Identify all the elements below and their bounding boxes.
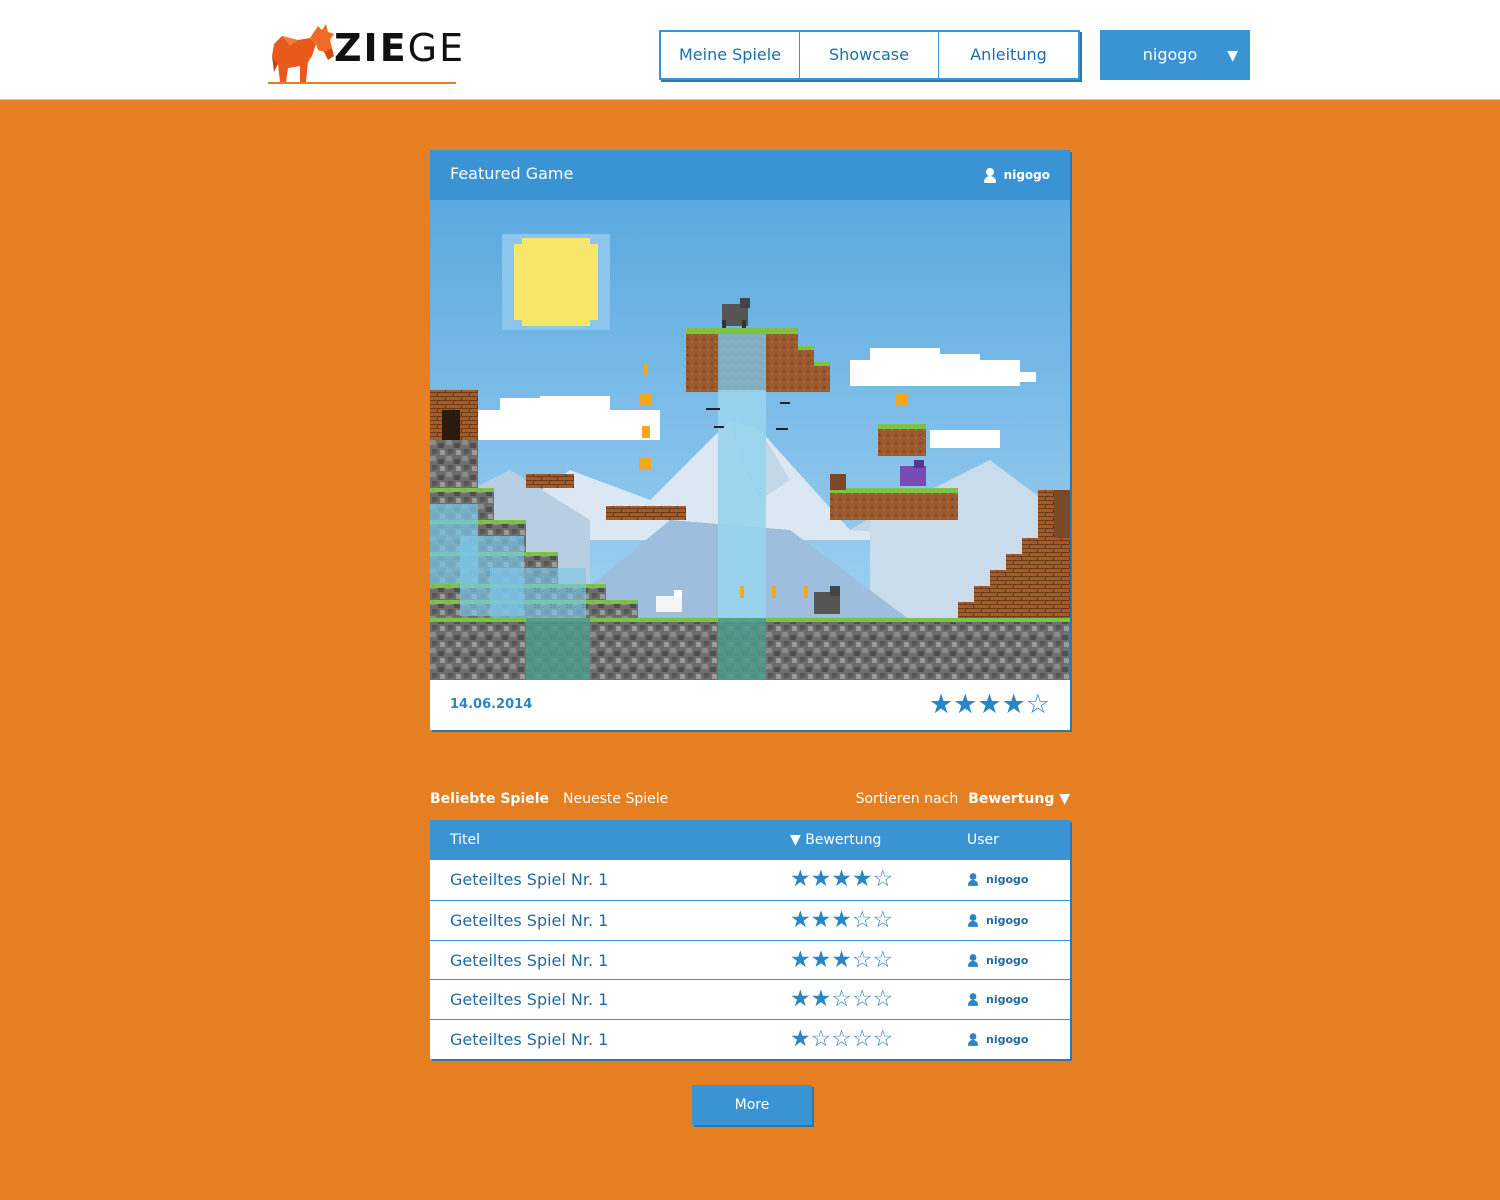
game-scene-image [430,200,1070,680]
logo-wordmark: ZIEGE [334,26,466,70]
featured-card-header: Featured Game nigogo [430,150,1070,200]
nav-meine-spiele[interactable]: Meine Spiele [661,32,800,78]
table-row[interactable]: Geteiltes Spiel Nr. 1 ★★★☆☆ nigogo [430,939,1070,980]
user-icon [967,1033,979,1047]
goat-logo-icon [272,22,334,82]
table-row[interactable]: Geteiltes Spiel Nr. 1 ★★★★☆ nigogo [430,860,1070,900]
game-author-name: nigogo [986,913,1029,927]
featured-game-screenshot[interactable] [430,200,1070,680]
sort-control: Sortieren nach Bewertung ▼ [856,788,1070,810]
nav-anleitung[interactable]: Anleitung [939,32,1078,78]
user-icon [967,953,979,967]
user-icon [967,993,979,1007]
table-header: Titel ▼ Bewertung User [430,820,1070,860]
table-body: Geteiltes Spiel Nr. 1 ★★★★☆ nigogo Getei… [430,860,1070,1059]
more-button[interactable]: More [692,1085,812,1125]
featured-card-title: Featured Game [450,164,574,183]
user-icon [967,913,979,927]
featured-game-card: Featured Game nigogo 14.06.2014 ★★★★☆ [430,150,1070,730]
game-title[interactable]: Geteiltes Spiel Nr. 1 [450,1020,608,1059]
game-rating-stars: ★★★☆☆ [790,906,894,933]
featured-author-name: nigogo [1003,168,1050,182]
table-row[interactable]: Geteiltes Spiel Nr. 1 ★★★☆☆ nigogo [430,899,1070,940]
top-header: ZIEGE Meine Spiele Showcase Anleitung ni… [0,0,1500,100]
sort-label: Sortieren nach [855,791,959,807]
column-header-user[interactable]: User [967,820,999,860]
game-author[interactable]: nigogo [967,1020,1028,1059]
game-author[interactable]: nigogo [967,860,1028,899]
game-title[interactable]: Geteiltes Spiel Nr. 1 [450,860,608,899]
table-row[interactable]: Geteiltes Spiel Nr. 1 ★★☆☆☆ nigogo [430,979,1070,1019]
game-author-name: nigogo [986,953,1029,967]
games-table: Titel ▼ Bewertung User Geteiltes Spiel N… [430,820,1070,1059]
user-icon [983,167,996,183]
game-rating-stars: ★★★★☆ [790,866,894,892]
game-title[interactable]: Geteiltes Spiel Nr. 1 [450,980,608,1019]
game-rating-stars: ★★☆☆☆ [790,986,894,1013]
ziege-logo[interactable]: ZIEGE [268,22,463,86]
featured-date: 14.06.2014 [450,697,533,712]
game-author-name: nigogo [986,1033,1029,1047]
logo-underline [268,82,456,84]
tab-neueste-spiele[interactable]: Neueste Spiele [563,788,668,810]
main-nav: Meine Spiele Showcase Anleitung [659,30,1080,80]
sort-dropdown[interactable]: Bewertung ▼ [968,788,1070,810]
game-author-name: nigogo [986,873,1029,886]
table-row[interactable]: Geteiltes Spiel Nr. 1 ★☆☆☆☆ nigogo [430,1019,1070,1059]
user-icon [967,873,979,886]
chevron-down-icon: ▼ [1227,48,1238,64]
game-author[interactable]: nigogo [967,941,1028,980]
column-header-title[interactable]: Titel [450,820,480,860]
game-list-tabs: Beliebte Spiele Neueste Spiele [430,788,668,810]
nav-showcase[interactable]: Showcase [800,32,939,78]
user-menu-dropdown[interactable]: nigogo ▼ [1100,30,1250,80]
featured-rating-stars: ★★★★☆ [928,689,1050,720]
game-title[interactable]: Geteiltes Spiel Nr. 1 [450,901,608,940]
game-author[interactable]: nigogo [967,901,1028,940]
user-menu-name: nigogo [1142,45,1198,64]
game-author[interactable]: nigogo [967,980,1028,1019]
featured-card-footer: 14.06.2014 ★★★★☆ [430,680,1070,730]
game-rating-stars: ★☆☆☆☆ [790,1026,894,1053]
game-rating-stars: ★★★☆☆ [790,946,894,973]
game-author-name: nigogo [986,993,1029,1007]
tab-beliebte-spiele[interactable]: Beliebte Spiele [430,788,549,810]
game-title[interactable]: Geteiltes Spiel Nr. 1 [450,941,608,980]
column-header-rating[interactable]: ▼ Bewertung [790,820,881,860]
featured-author[interactable]: nigogo [983,150,1050,200]
